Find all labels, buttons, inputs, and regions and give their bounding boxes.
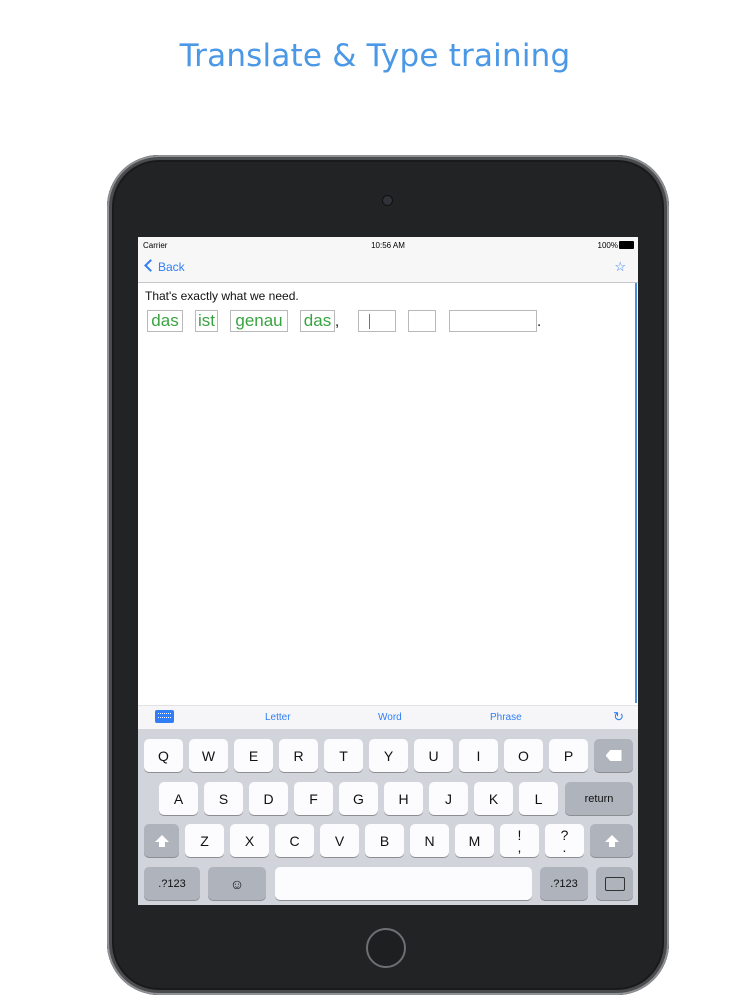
key-q[interactable]: Q <box>144 739 183 772</box>
key-s[interactable]: S <box>204 782 243 815</box>
navigation-bar: Back ☆ <box>138 253 638 283</box>
source-sentence: That's exactly what we need. <box>145 289 299 303</box>
answered-word[interactable]: das <box>300 310 335 332</box>
answered-word[interactable]: genau <box>230 310 288 332</box>
key-p[interactable]: P <box>549 739 588 772</box>
key-u[interactable]: U <box>414 739 453 772</box>
word-hint-button[interactable]: Word <box>378 712 402 723</box>
backspace-icon <box>605 750 622 761</box>
key-a[interactable]: A <box>159 782 198 815</box>
battery-percent: 100% <box>597 241 618 250</box>
app-screen: Carrier 10:56 AM 100% Back ☆ That's exac… <box>138 237 638 905</box>
status-bar: Carrier 10:56 AM 100% <box>138 237 638 253</box>
refresh-icon[interactable]: ↻ <box>613 709 624 725</box>
return-key[interactable]: return <box>565 782 633 815</box>
exercise-area: That's exactly what we need. das ist gen… <box>138 283 637 703</box>
answered-word[interactable]: das <box>147 310 183 332</box>
key-v[interactable]: V <box>320 824 359 857</box>
headline: Translate & Type training <box>179 38 571 74</box>
key-k[interactable]: K <box>474 782 513 815</box>
space-key[interactable] <box>275 867 532 900</box>
answer-slot-active[interactable] <box>358 310 396 332</box>
key-h[interactable]: H <box>384 782 423 815</box>
key-n[interactable]: N <box>410 824 449 857</box>
home-button[interactable] <box>366 928 406 968</box>
key-question-period[interactable]: ? . <box>545 824 584 857</box>
key-c[interactable]: C <box>275 824 314 857</box>
key-period-label: . <box>562 838 567 855</box>
text-caret <box>369 314 370 329</box>
answer-slot[interactable] <box>449 310 537 332</box>
key-r[interactable]: R <box>279 739 318 772</box>
numbers-key-right[interactable]: .?123 <box>540 867 588 900</box>
key-b[interactable]: B <box>365 824 404 857</box>
key-w[interactable]: W <box>189 739 228 772</box>
key-g[interactable]: G <box>339 782 378 815</box>
key-z[interactable]: Z <box>185 824 224 857</box>
shift-icon <box>604 835 619 847</box>
back-label: Back <box>158 260 185 274</box>
period: . <box>537 313 542 330</box>
key-y[interactable]: Y <box>369 739 408 772</box>
key-m[interactable]: M <box>455 824 494 857</box>
shift-icon <box>154 835 169 847</box>
phrase-hint-button[interactable]: Phrase <box>490 712 522 723</box>
comma: , <box>335 313 340 330</box>
key-l[interactable]: L <box>519 782 558 815</box>
back-button[interactable]: Back <box>144 259 185 274</box>
letter-hint-button[interactable]: Letter <box>265 712 291 723</box>
key-f[interactable]: F <box>294 782 333 815</box>
answered-word[interactable]: ist <box>195 310 218 332</box>
chevron-left-icon <box>144 259 157 272</box>
key-x[interactable]: X <box>230 824 269 857</box>
key-i[interactable]: I <box>459 739 498 772</box>
shift-key-right[interactable] <box>590 824 633 857</box>
star-icon[interactable]: ☆ <box>614 259 626 275</box>
key-comma-label: , <box>517 838 522 855</box>
keyboard-icon[interactable] <box>155 710 174 723</box>
clock: 10:56 AM <box>371 241 405 250</box>
keyboard-hide-icon <box>604 876 625 891</box>
numbers-key-left[interactable]: .?123 <box>144 867 200 900</box>
key-t[interactable]: T <box>324 739 363 772</box>
hide-keyboard-key[interactable] <box>596 867 633 900</box>
key-d[interactable]: D <box>249 782 288 815</box>
battery-icon <box>619 241 634 249</box>
key-exclaim-comma[interactable]: ! , <box>500 824 539 857</box>
shift-key-left[interactable] <box>144 824 179 857</box>
emoji-key[interactable]: ☺ <box>208 867 266 900</box>
key-e[interactable]: E <box>234 739 273 772</box>
keyboard: Q W E R T Y U I O P A S D F G H J K L re… <box>138 729 638 905</box>
camera <box>383 196 392 205</box>
key-j[interactable]: J <box>429 782 468 815</box>
hint-toolbar: Letter Word Phrase ↻ <box>138 705 638 730</box>
delete-key[interactable] <box>594 739 633 772</box>
key-o[interactable]: O <box>504 739 543 772</box>
answer-slot[interactable] <box>408 310 436 332</box>
